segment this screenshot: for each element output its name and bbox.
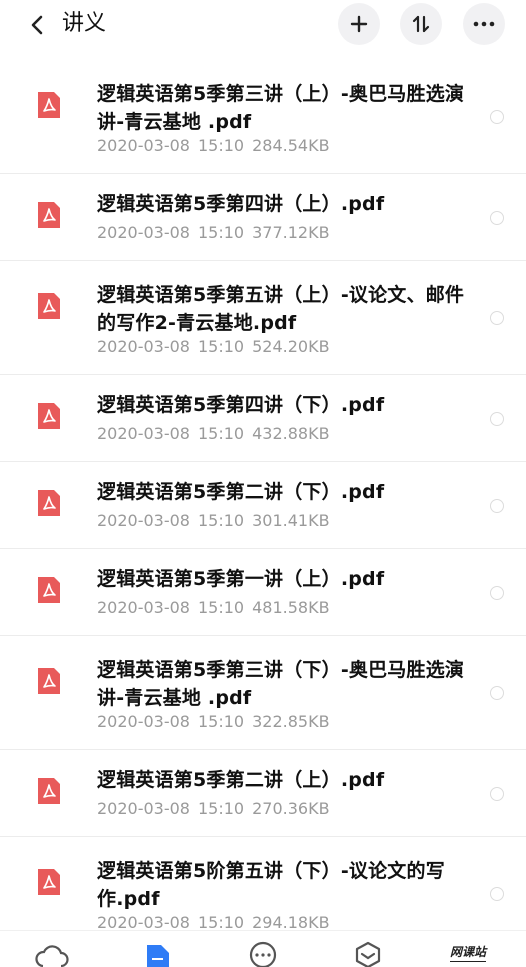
select-radio[interactable]	[490, 585, 504, 600]
page-title: 讲义	[62, 11, 107, 36]
chevron-left-icon	[31, 15, 43, 35]
file-list: 逻辑英语第5季第三讲（上）-奥巴马胜选演讲-青云基地 .pdf 2020-03-0…	[0, 60, 526, 930]
file-time: 15:10	[197, 223, 245, 242]
file-row[interactable]: 逻辑英语第5阶第五讲（下）-议论文的写作.pdf 2020-03-08 15:10 2…	[0, 837, 526, 930]
file-meta: 2020-03-08 15:10 301.41KB	[97, 511, 330, 531]
nav-cloud[interactable]	[34, 939, 70, 967]
file-meta: 2020-03-08 15:10 322.85KB	[97, 712, 330, 732]
file-meta: 2020-03-08 15:10 432.88KB	[97, 424, 330, 444]
file-row[interactable]: 逻辑英语第5季第一讲（上）.pdf 2020-03-08 15:10 481.58KB	[0, 549, 526, 636]
pdf-file-icon	[38, 490, 60, 516]
file-time: 15:10	[197, 337, 245, 356]
file-date: 2020-03-08	[97, 598, 190, 617]
file-date: 2020-03-08	[97, 799, 190, 818]
sort-icon	[412, 15, 430, 33]
select-radio[interactable]	[490, 498, 504, 513]
file-size: 270.36KB	[252, 799, 330, 818]
file-name: 逻辑英语第5季第五讲（上）-议论文、邮件的写作2-青云基地.pdf	[97, 284, 465, 334]
file-row[interactable]: 逻辑英语第5季第二讲（上）.pdf 2020-03-08 15:10 270.36KB	[0, 750, 526, 837]
more-button[interactable]	[463, 3, 505, 45]
file-size: 294.18KB	[252, 913, 330, 930]
file-size: 322.85KB	[252, 712, 330, 731]
file-date: 2020-03-08	[97, 337, 190, 356]
file-size: 377.12KB	[252, 223, 330, 242]
pdf-file-icon	[38, 202, 60, 228]
file-meta: 2020-03-08 15:10 284.54KB	[97, 136, 330, 156]
file-name: 逻辑英语第5季第三讲（下）-奥巴马胜选演讲-青云基地 .pdf	[97, 659, 465, 709]
file-date: 2020-03-08	[97, 511, 190, 530]
file-meta: 2020-03-08 15:10 270.36KB	[97, 799, 330, 819]
file-time: 15:10	[197, 712, 245, 731]
file-name: 逻辑英语第5季第三讲（上）-奥巴马胜选演讲-青云基地 .pdf	[97, 83, 465, 133]
select-radio[interactable]	[490, 311, 504, 325]
file-name: 逻辑英语第5季第二讲（下）.pdf	[97, 481, 385, 503]
add-button[interactable]	[338, 3, 380, 45]
file-name: 逻辑英语第5季第四讲（下）.pdf	[97, 394, 385, 416]
file-date: 2020-03-08	[97, 223, 190, 242]
file-meta: 2020-03-08 15:10 481.58KB	[97, 598, 330, 618]
file-name: 逻辑英语第5季第二讲（上）.pdf	[97, 769, 385, 791]
file-date: 2020-03-08	[97, 136, 190, 155]
file-date: 2020-03-08	[97, 424, 190, 443]
file-size: 284.54KB	[252, 136, 330, 155]
file-time: 15:10	[197, 424, 245, 443]
plus-icon	[350, 15, 368, 33]
nav-messages[interactable]	[245, 939, 281, 967]
file-name: 逻辑英语第5季第一讲（上）.pdf	[97, 568, 385, 590]
select-radio[interactable]	[490, 210, 504, 225]
file-icon	[147, 945, 169, 967]
select-radio[interactable]	[490, 411, 504, 426]
file-meta: 2020-03-08 15:10 377.12KB	[97, 223, 330, 243]
file-time: 15:10	[197, 598, 245, 617]
file-time: 15:10	[197, 913, 245, 930]
pdf-file-icon	[38, 778, 60, 804]
discover-icon	[355, 941, 381, 967]
file-row[interactable]: 逻辑英语第5季第三讲（下）-奥巴马胜选演讲-青云基地 .pdf 2020-03-0…	[0, 636, 526, 750]
file-row[interactable]: 逻辑英语第5季第三讲（上）-奥巴马胜选演讲-青云基地 .pdf 2020-03-0…	[0, 60, 526, 174]
file-size: 481.58KB	[252, 598, 330, 617]
back-button[interactable]	[22, 10, 52, 40]
pdf-file-icon	[38, 92, 60, 118]
header-bar: 讲义	[0, 0, 526, 52]
file-row[interactable]: 逻辑英语第5季第五讲（上）-议论文、邮件的写作2-青云基地.pdf 2020-03…	[0, 261, 526, 375]
more-horizontal-icon	[473, 21, 495, 27]
file-size: 432.88KB	[252, 424, 330, 443]
pdf-file-icon	[38, 668, 60, 694]
select-radio[interactable]	[490, 786, 504, 801]
file-row[interactable]: 逻辑英语第5季第四讲（下）.pdf 2020-03-08 15:10 432.88KB	[0, 375, 526, 462]
cloud-icon	[35, 945, 69, 967]
file-date: 2020-03-08	[97, 712, 190, 731]
file-size: 301.41KB	[252, 511, 330, 530]
file-name: 逻辑英语第5季第四讲（上）.pdf	[97, 193, 385, 215]
chat-icon	[249, 941, 277, 967]
nav-discover[interactable]	[350, 939, 386, 967]
file-date: 2020-03-08	[97, 913, 190, 930]
file-name: 逻辑英语第5阶第五讲（下）-议论文的写作.pdf	[97, 860, 445, 910]
file-time: 15:10	[197, 799, 245, 818]
pdf-file-icon	[38, 869, 60, 895]
watermark-text: 网课站	[450, 943, 487, 962]
file-size: 524.20KB	[252, 337, 330, 356]
file-time: 15:10	[197, 136, 245, 155]
select-radio[interactable]	[490, 887, 504, 901]
nav-files[interactable]	[140, 939, 176, 967]
pdf-file-icon	[38, 403, 60, 429]
select-radio[interactable]	[490, 110, 504, 124]
select-radio[interactable]	[490, 686, 504, 700]
pdf-file-icon	[38, 577, 60, 603]
sort-button[interactable]	[400, 3, 442, 45]
file-meta: 2020-03-08 15:10 524.20KB	[97, 337, 330, 357]
file-meta: 2020-03-08 15:10 294.18KB	[97, 913, 330, 930]
file-row[interactable]: 逻辑英语第5季第四讲（上）.pdf 2020-03-08 15:10 377.12KB	[0, 174, 526, 261]
bottom-nav: 网课站	[0, 930, 526, 967]
pdf-file-icon	[38, 293, 60, 319]
file-time: 15:10	[197, 511, 245, 530]
file-row[interactable]: 逻辑英语第5季第二讲（下）.pdf 2020-03-08 15:10 301.41KB	[0, 462, 526, 549]
